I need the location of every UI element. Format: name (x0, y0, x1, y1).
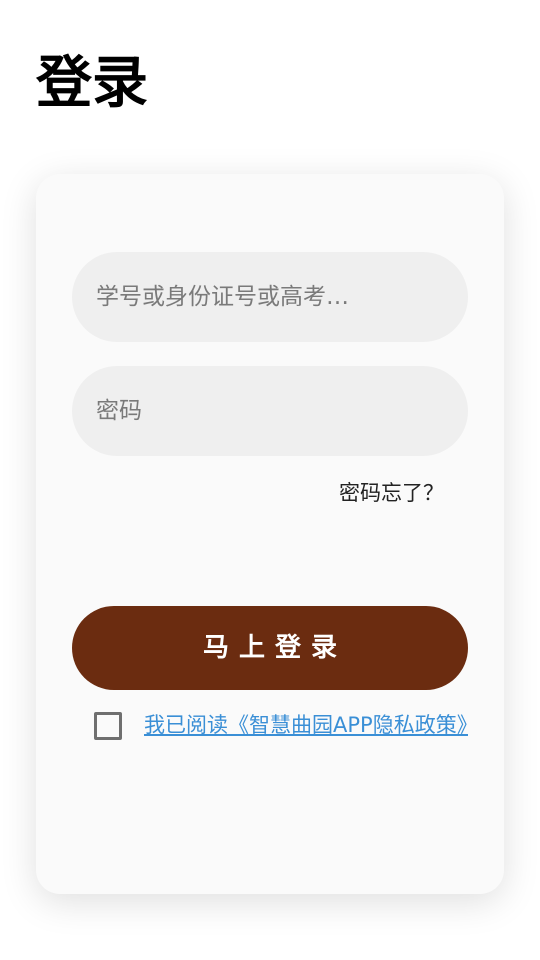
username-input[interactable] (72, 252, 468, 342)
password-input[interactable] (72, 366, 468, 456)
login-button[interactable]: 马上登录 (72, 606, 468, 690)
login-card: 密码忘了？ 马上登录 我已阅读《智慧曲园APP隐私政策》 (36, 174, 504, 894)
agree-checkbox[interactable] (94, 712, 122, 740)
forgot-password-link[interactable]: 密码忘了？ (339, 478, 444, 508)
privacy-policy-link[interactable]: 我已阅读《智慧曲园APP隐私政策》 (144, 710, 468, 740)
agreement-row: 我已阅读《智慧曲园APP隐私政策》 (94, 710, 468, 742)
page-title: 登录 (36, 51, 148, 116)
